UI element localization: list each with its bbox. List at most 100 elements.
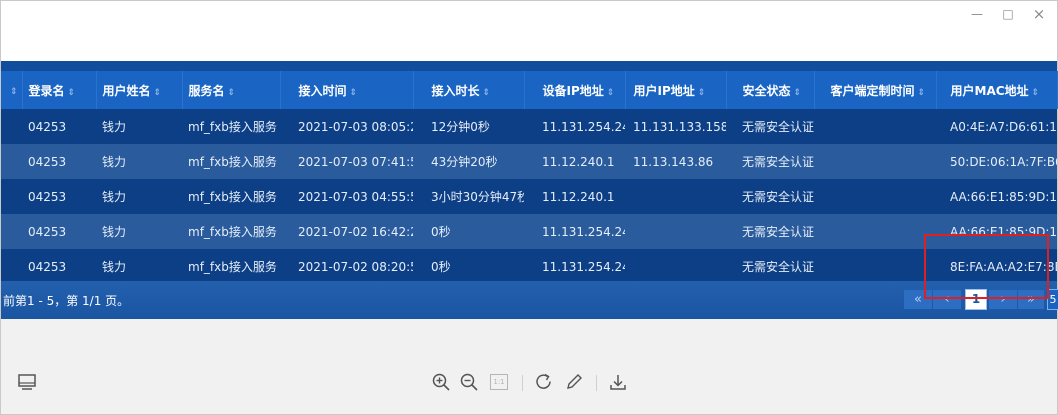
cell-service: mf_fxb接入服务 xyxy=(182,249,280,284)
cell-user-ip xyxy=(625,249,726,284)
cell-security: 无需安全认证 xyxy=(726,144,814,179)
sort-icon[interactable]: ⇕ xyxy=(228,88,236,98)
cell-username: 钱力 xyxy=(96,109,182,144)
row-stub xyxy=(1,179,22,214)
row-stub xyxy=(1,144,22,179)
table-header-row: ⇕ 登录名 ⇕ 用户姓名 ⇕ 服务名 ⇕ 接入时间 ⇕ 接入时长 ⇕ 设备IP地址 ⇕ 用户… xyxy=(1,71,1058,109)
cell-security: 无需安全认证 xyxy=(726,249,814,284)
cell-duration: 12分钟0秒 xyxy=(413,109,524,144)
cell-service: mf_fxb接入服务 xyxy=(182,109,280,144)
column-header-security[interactable]: 安全状态 ⇕ xyxy=(726,71,815,109)
cell-mac: 50:DE:06:1A:7F:B6 xyxy=(936,144,1057,179)
cell-duration: 3小时30分钟47秒 xyxy=(413,179,524,214)
cell-device-ip[interactable]: 11.131.254.242 xyxy=(524,109,625,144)
cell-login: 04253 xyxy=(22,249,96,284)
close-button[interactable]: × xyxy=(1026,5,1052,23)
cell-login: 04253 xyxy=(22,144,96,179)
actual-size-label: 1:1 xyxy=(490,374,508,390)
cell-user-ip: 11.131.133.158 xyxy=(625,109,726,144)
toolbar-divider xyxy=(522,375,523,391)
cell-service: mf_fxb接入服务 xyxy=(182,179,280,214)
cell-user-ip xyxy=(625,179,726,214)
column-header-client-time[interactable]: 客户端定制时间 ⇕ xyxy=(814,71,937,109)
zoom-in-icon[interactable] xyxy=(430,371,452,393)
cell-device-ip[interactable]: 11.131.254.242 xyxy=(524,214,625,249)
cell-mac: AA:66:E1:85:9D:17 xyxy=(936,179,1057,214)
column-header-username[interactable]: 用户姓名 ⇕ xyxy=(96,71,183,109)
title-bar: — □ × xyxy=(1,1,1057,61)
table-row[interactable]: 04253 钱力 mf_fxb接入服务 2021-07-02 08:20:53 … xyxy=(1,249,1057,284)
cell-client-time xyxy=(814,109,936,144)
sort-icon: ⇕ xyxy=(10,87,18,97)
cell-username: 钱力 xyxy=(96,249,182,284)
cell-user-ip: 11.13.143.86 xyxy=(625,144,726,179)
column-header-device-ip[interactable]: 设备IP地址 ⇕ xyxy=(524,71,626,109)
column-header-stub: ⇕ xyxy=(1,71,23,109)
sort-icon[interactable]: ⇕ xyxy=(794,88,802,98)
screenshot-content: ⇕ 登录名 ⇕ 用户姓名 ⇕ 服务名 ⇕ 接入时间 ⇕ 接入时长 ⇕ 设备IP地址 ⇕ 用户… xyxy=(1,61,1058,319)
column-header-service[interactable]: 服务名 ⇕ xyxy=(182,71,281,109)
cell-login: 04253 xyxy=(22,214,96,249)
sort-icon[interactable]: ⇕ xyxy=(350,88,358,98)
cell-duration: 0秒 xyxy=(413,249,524,284)
column-header-duration[interactable]: 接入时长 ⇕ xyxy=(413,71,525,109)
sort-icon[interactable]: ⇕ xyxy=(698,88,706,98)
cell-user-ip xyxy=(625,214,726,249)
minimize-button[interactable]: — xyxy=(964,5,990,23)
column-header-mac[interactable]: 用户MAC地址 ⇕ xyxy=(936,71,1058,109)
cell-service: mf_fxb接入服务 xyxy=(182,214,280,249)
cell-username: 钱力 xyxy=(96,214,182,249)
cell-access-time: 2021-07-03 04:55:55 xyxy=(280,179,413,214)
table-row[interactable]: 04253 钱力 mf_fxb接入服务 2021-07-03 08:05:26 … xyxy=(1,109,1057,144)
edit-icon[interactable] xyxy=(563,371,585,393)
cell-access-time: 2021-07-03 08:05:26 xyxy=(280,109,413,144)
toolbar-divider xyxy=(596,375,597,391)
column-header-user-ip[interactable]: 用户IP地址 ⇕ xyxy=(625,71,727,109)
mac-highlight-box xyxy=(924,234,1049,299)
table-top-bar xyxy=(1,61,1057,71)
cell-client-time xyxy=(814,179,936,214)
cell-device-ip[interactable]: 11.131.254.242 xyxy=(524,249,625,284)
row-stub xyxy=(1,214,22,249)
cell-service: mf_fxb接入服务 xyxy=(182,144,280,179)
cell-security: 无需安全认证 xyxy=(726,179,814,214)
row-stub xyxy=(1,109,22,144)
cell-device-ip[interactable]: 11.12.240.1 xyxy=(524,144,625,179)
table-row[interactable]: 04253 钱力 mf_fxb接入服务 2021-07-02 16:42:22 … xyxy=(1,214,1057,249)
cell-mac: A0:4E:A7:D6:61:1B xyxy=(936,109,1057,144)
cell-username: 钱力 xyxy=(96,144,182,179)
pagination-info: 前第1 - 5，第 1/1 页。 xyxy=(3,294,130,308)
cell-access-time: 2021-07-02 08:20:53 xyxy=(280,249,413,284)
row-stub xyxy=(1,249,22,284)
table-row[interactable]: 04253 钱力 mf_fxb接入服务 2021-07-03 04:55:55 … xyxy=(1,179,1057,214)
cell-access-time: 2021-07-03 07:41:52 xyxy=(280,144,413,179)
cell-client-time xyxy=(814,249,936,284)
sort-icon[interactable]: ⇕ xyxy=(483,88,491,98)
cell-security: 无需安全认证 xyxy=(726,109,814,144)
cell-security: 无需安全认证 xyxy=(726,214,814,249)
cell-login: 04253 xyxy=(22,109,96,144)
download-icon[interactable] xyxy=(607,371,629,393)
maximize-button[interactable]: □ xyxy=(995,5,1021,23)
table-row[interactable]: 04253 钱力 mf_fxb接入服务 2021-07-03 07:41:52 … xyxy=(1,144,1057,179)
session-table: ⇕ 登录名 ⇕ 用户姓名 ⇕ 服务名 ⇕ 接入时间 ⇕ 接入时长 ⇕ 设备IP地址 ⇕ 用户… xyxy=(1,71,1058,284)
cell-device-ip[interactable]: 11.12.240.1 xyxy=(524,179,625,214)
sort-icon[interactable]: ⇕ xyxy=(1032,88,1040,98)
viewer-window: — □ × ⇕ 登录名 ⇕ 用户姓名 ⇕ 服务名 ⇕ 接入时间 ⇕ 接入时长 ⇕… xyxy=(0,0,1058,415)
cell-duration: 0秒 xyxy=(413,214,524,249)
column-header-access-time[interactable]: 接入时间 ⇕ xyxy=(280,71,414,109)
sort-icon[interactable]: ⇕ xyxy=(68,88,76,98)
column-header-login[interactable]: 登录名 ⇕ xyxy=(22,71,97,109)
sort-icon[interactable]: ⇕ xyxy=(154,88,162,98)
screen-icon[interactable] xyxy=(16,371,38,393)
rotate-icon[interactable] xyxy=(533,371,555,393)
cell-access-time: 2021-07-02 16:42:22 xyxy=(280,214,413,249)
sort-icon[interactable]: ⇕ xyxy=(607,88,615,98)
cell-username: 钱力 xyxy=(96,179,182,214)
zoom-out-icon[interactable] xyxy=(458,371,480,393)
cell-client-time xyxy=(814,214,936,249)
cell-duration: 43分钟20秒 xyxy=(413,144,524,179)
sort-icon[interactable]: ⇕ xyxy=(918,88,926,98)
actual-size-icon[interactable]: 1:1 xyxy=(488,371,510,393)
pagination-bar: 前第1 - 5，第 1/1 页。 « ‹ 1 › » 5 xyxy=(1,281,1058,319)
